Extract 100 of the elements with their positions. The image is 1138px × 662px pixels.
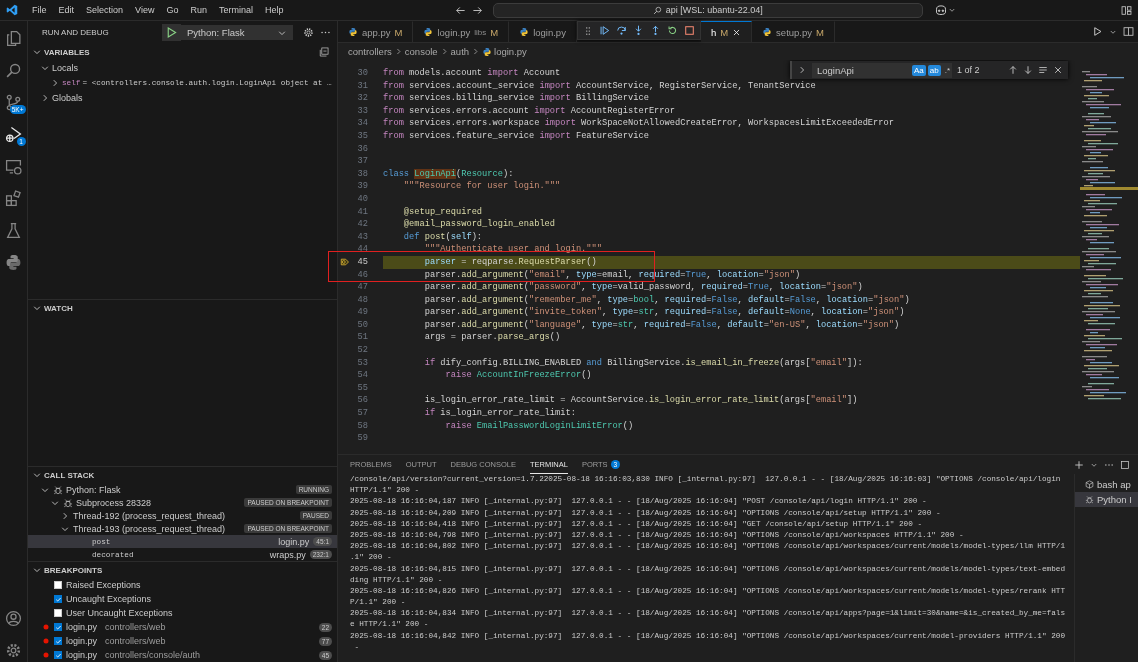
call-stack-label: Subprocess 28328 [76, 497, 153, 508]
search-icon[interactable] [5, 62, 22, 79]
menu-item[interactable]: File [26, 5, 53, 15]
code-line: raise EmailPasswordLoginLimitError() [444, 419, 634, 433]
chevron-right-icon[interactable] [50, 77, 60, 88]
editor-tab[interactable]: login.py libs M [413, 21, 510, 42]
menu-item[interactable]: Help [258, 5, 290, 15]
close-icon[interactable] [732, 27, 742, 37]
line-number: 44 [356, 243, 368, 256]
editor-tab[interactable]: setup.py M [752, 21, 835, 42]
tree-item[interactable]: Locals [28, 60, 337, 75]
line-number: 54 [356, 369, 368, 382]
robot-icon[interactable] [934, 4, 947, 16]
breakpoint-dot-icon [42, 651, 50, 659]
maximize-panel-icon[interactable] [1120, 459, 1130, 470]
checkbox[interactable] [54, 609, 62, 617]
search-option-toggle[interactable]: ab [927, 64, 941, 76]
chevron-right-icon[interactable] [797, 65, 807, 75]
settings-icon[interactable] [5, 642, 22, 659]
chevron-down-icon[interactable] [32, 47, 42, 57]
chevron-down-icon[interactable] [947, 6, 956, 14]
run-icon[interactable] [1092, 26, 1103, 37]
forward-arrow-icon[interactable] [471, 4, 483, 16]
checkbox[interactable] [54, 651, 62, 659]
section-header[interactable]: VARIABLES [28, 47, 319, 57]
code-line: """Resource for user login.""" [402, 180, 561, 193]
python-logo-icon[interactable] [5, 254, 22, 271]
command-search-box[interactable]: api [WSL: ubantu-22.04] [492, 2, 923, 18]
find-value: LoginApi [817, 64, 855, 76]
chevron-down-icon[interactable] [32, 303, 42, 313]
code-line: args = parser.parse_args() [423, 331, 561, 345]
breakpoint-item[interactable]: Raised Exceptions [28, 578, 337, 592]
step-over-icon[interactable] [615, 25, 627, 36]
account-icon[interactable] [5, 610, 22, 627]
find-in-selection-icon[interactable] [1038, 65, 1048, 75]
close-icon[interactable] [1053, 65, 1063, 75]
sidebar-title: RUN AND DEBUG [42, 28, 110, 37]
editor-tab[interactable]: app.py M [338, 21, 414, 42]
breakpoint-item[interactable]: Uncaught Exceptions [28, 592, 337, 606]
file-name: login.py [278, 536, 310, 547]
menu-item[interactable]: Go [160, 5, 185, 15]
breadcrumb-item[interactable]: auth [450, 46, 470, 57]
checkbox[interactable] [54, 581, 62, 589]
settings-icon[interactable] [303, 27, 314, 38]
section-header[interactable]: WATCH [28, 303, 329, 313]
previous-match-icon[interactable] [1008, 65, 1018, 75]
checkbox[interactable] [54, 637, 62, 645]
breadcrumb-item[interactable]: console [404, 46, 438, 57]
bug-icon [1085, 495, 1094, 504]
editor-tab[interactable]: login.py [509, 21, 577, 42]
terminal-item[interactable]: Python I [1075, 492, 1138, 507]
bug-icon [53, 484, 63, 495]
code-line: from models.account import Account [383, 67, 561, 80]
checkbox[interactable] [54, 623, 62, 631]
breakpoint-dot-icon [42, 637, 50, 645]
breadcrumb-item[interactable]: controllers [348, 46, 392, 57]
stop-icon[interactable] [683, 25, 695, 36]
split-editor-icon[interactable] [1123, 26, 1134, 37]
menu-item[interactable]: Terminal [212, 5, 259, 15]
restart-icon[interactable] [666, 25, 678, 36]
menu-item[interactable]: Selection [80, 5, 130, 15]
breadcrumb-item[interactable]: login.py [494, 46, 527, 57]
extensions-icon[interactable] [5, 190, 22, 207]
editor-tab[interactable]: h M [700, 21, 753, 42]
section-header[interactable]: CALL STACK [28, 470, 329, 480]
back-arrow-icon[interactable] [454, 4, 466, 16]
breakpoint-item[interactable]: User Uncaught Exceptions [28, 606, 337, 620]
launch-config-dropdown[interactable]: Python: Flask [181, 25, 293, 40]
remote-monitor-icon[interactable] [5, 158, 22, 175]
line-number: 59 [356, 432, 368, 445]
code-line: if is_login_error_rate_limit: [423, 407, 576, 420]
flask-icon[interactable] [5, 222, 22, 239]
chevron-down-icon[interactable] [32, 565, 42, 575]
source-control-icon[interactable] [5, 94, 22, 111]
collapse-all-icon[interactable] [319, 47, 329, 57]
continue-icon[interactable] [598, 25, 610, 36]
line-number: 41 [356, 205, 368, 219]
menu-item[interactable]: Edit [52, 5, 81, 15]
find-input[interactable]: LoginApi Aa ab .* [812, 62, 952, 78]
next-match-icon[interactable] [1023, 65, 1033, 75]
start-debugging-icon[interactable] [162, 24, 181, 41]
terminal-item[interactable]: bash ap [1075, 477, 1138, 492]
tree-item[interactable]: Globals [28, 90, 337, 105]
call-stack-label: Python: Flask [66, 484, 122, 495]
section-header[interactable]: BREAKPOINTS [28, 565, 329, 575]
menu-item[interactable]: View [129, 5, 161, 15]
tab-description: libs [474, 27, 487, 37]
run-debug-icon[interactable] [5, 126, 22, 143]
breakpoint-label: login.py [66, 622, 98, 632]
files-icon[interactable] [5, 30, 22, 47]
code-line: def post(self): [402, 230, 483, 244]
search-option-toggle[interactable]: .* [942, 64, 952, 76]
menu-item[interactable]: Run [184, 5, 213, 15]
chevron-down-icon[interactable] [32, 470, 42, 480]
layout-icon[interactable] [1121, 4, 1132, 16]
checkbox[interactable] [54, 595, 62, 603]
search-option-toggle[interactable]: Aa [911, 64, 926, 76]
chevron-right-icon[interactable] [40, 92, 50, 103]
chevron-right-icon[interactable] [60, 510, 70, 521]
new-terminal-icon[interactable] [1074, 459, 1084, 470]
